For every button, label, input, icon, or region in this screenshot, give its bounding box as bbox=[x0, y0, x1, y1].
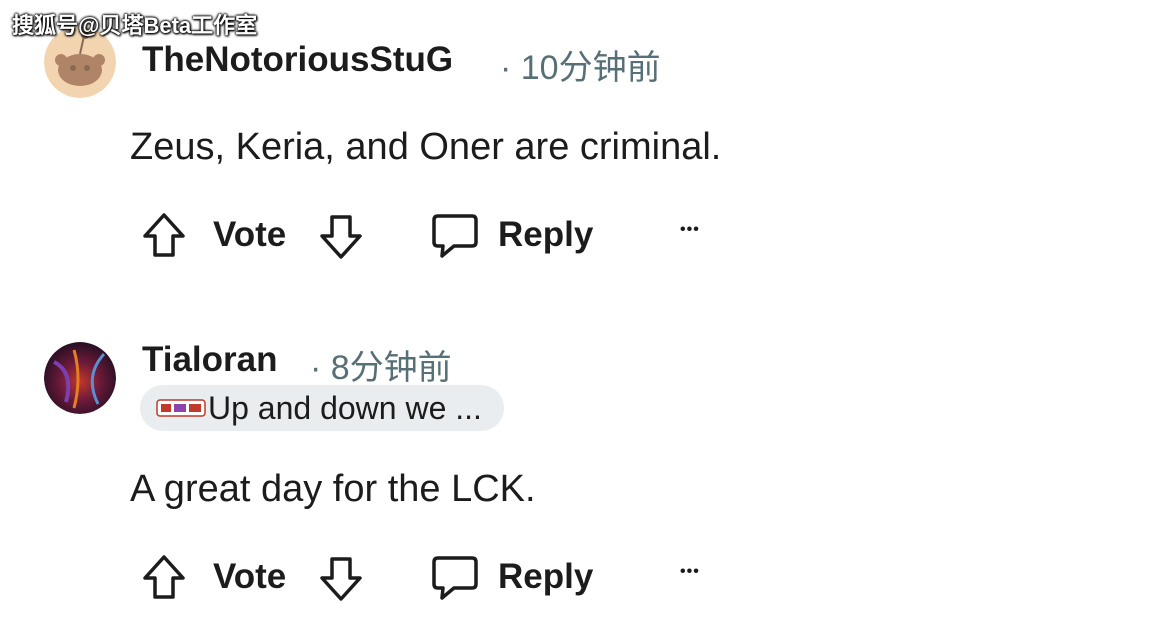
comment-timestamp: · 8分钟前 bbox=[310, 349, 452, 387]
flair-text: Up and down we ... bbox=[208, 389, 482, 426]
upvote-button[interactable] bbox=[138, 552, 190, 604]
vote-label: Vote bbox=[213, 557, 286, 597]
comment: Tialoran · 8分钟前 Up and down we ... A gre… bbox=[0, 320, 1166, 637]
user-flair: Up and down we ... bbox=[140, 385, 504, 431]
downvote-button[interactable] bbox=[315, 552, 367, 604]
comment-timestamp: · 10分钟前 bbox=[500, 49, 661, 87]
more-options-icon: ••• bbox=[680, 221, 700, 238]
downvote-button[interactable] bbox=[315, 210, 367, 262]
upvote-button[interactable] bbox=[138, 210, 190, 262]
comment: TheNotoriousStuG · 10分钟前 Zeus, Keria, an… bbox=[0, 0, 1166, 300]
vote-count: Vote bbox=[213, 557, 287, 596]
comment-author[interactable]: TheNotoriousStuG bbox=[142, 40, 453, 80]
arrow-up-icon bbox=[138, 552, 190, 604]
arrow-up-icon bbox=[138, 210, 190, 262]
reply-label: Reply bbox=[498, 557, 594, 596]
flair-emoji-icon bbox=[156, 395, 206, 421]
avatar[interactable] bbox=[44, 342, 116, 414]
reply-label: Reply bbox=[498, 215, 594, 254]
comment-bubble-icon bbox=[430, 552, 480, 602]
reply-button[interactable]: Reply bbox=[430, 552, 593, 602]
more-options-icon: ••• bbox=[680, 563, 700, 580]
user-avatar-icon bbox=[44, 342, 116, 414]
more-options-button[interactable]: ••• bbox=[680, 563, 700, 581]
vote-count: Vote bbox=[213, 215, 287, 254]
comment-author[interactable]: Tialoran bbox=[142, 340, 278, 380]
reply-button[interactable]: Reply bbox=[430, 210, 593, 260]
comment-bubble-icon bbox=[430, 210, 480, 260]
vote-label: Vote bbox=[213, 215, 286, 255]
watermark: 搜狐号@贝塔Beta工作室 bbox=[12, 13, 258, 38]
more-options-button[interactable]: ••• bbox=[680, 221, 700, 239]
comment-body: Zeus, Keria, and Oner are criminal. bbox=[130, 126, 722, 168]
arrow-down-icon bbox=[315, 552, 367, 604]
arrow-down-icon bbox=[315, 210, 367, 262]
comment-body: A great day for the LCK. bbox=[130, 468, 536, 510]
